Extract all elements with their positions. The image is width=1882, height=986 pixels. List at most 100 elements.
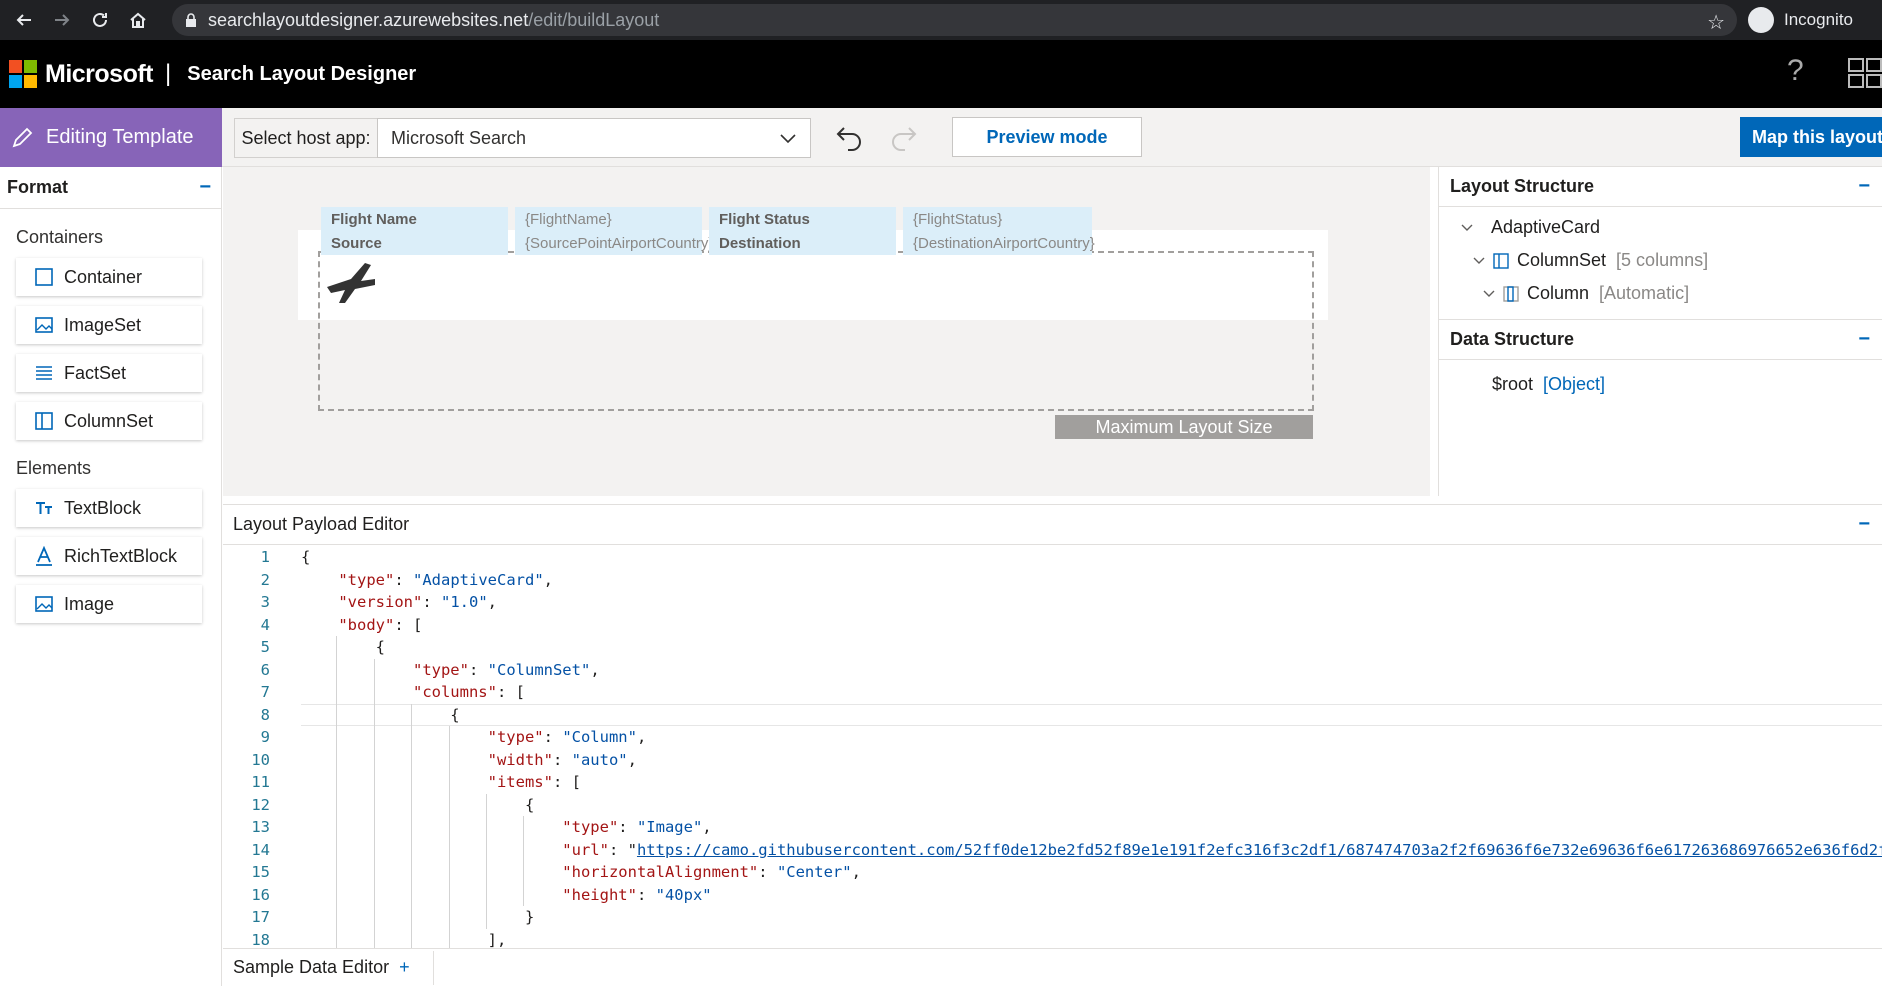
forward-icon[interactable] bbox=[48, 6, 76, 34]
structure-panel: Layout Structure − AdaptiveCard ColumnSe… bbox=[1438, 167, 1882, 496]
tool-label: Container bbox=[64, 266, 143, 287]
map-layout-button[interactable]: Map this layout bbox=[1740, 117, 1882, 157]
url-host: searchlayoutdesigner.azurewebsites.net bbox=[208, 9, 529, 30]
maximum-layout-boundary bbox=[318, 251, 1314, 411]
layout-grid-icon[interactable] bbox=[1848, 58, 1882, 88]
payload-editor-header: Layout Payload Editor − bbox=[223, 505, 1882, 545]
back-icon[interactable] bbox=[10, 6, 38, 34]
code-line[interactable]: 1{ bbox=[223, 546, 1882, 569]
cell-source-label[interactable]: Source bbox=[321, 231, 508, 255]
code-line[interactable]: 5 { bbox=[223, 636, 1882, 659]
tool-columnset[interactable]: ColumnSet bbox=[16, 402, 202, 440]
code-line[interactable]: 9 "type": "Column", bbox=[223, 726, 1882, 749]
bookmark-star-icon[interactable]: ☆ bbox=[1707, 10, 1725, 35]
code-text: "columns": [ bbox=[412, 683, 525, 701]
editing-template-indicator: Editing Template bbox=[0, 108, 222, 167]
app-title: Search Layout Designer bbox=[187, 62, 417, 85]
tool-container[interactable]: Container bbox=[16, 258, 202, 296]
line-number: 6 bbox=[260, 660, 270, 679]
line-number: 18 bbox=[251, 930, 270, 949]
chevron-down-icon[interactable] bbox=[1459, 220, 1475, 236]
reload-icon[interactable] bbox=[86, 6, 114, 34]
tree-item-label: ColumnSet bbox=[1517, 250, 1607, 270]
line-number: 1 bbox=[260, 548, 270, 566]
code-line[interactable]: 11 "items": [ bbox=[223, 771, 1882, 794]
code-line[interactable]: 12 { bbox=[223, 794, 1882, 817]
collapse-data-structure-button[interactable]: − bbox=[1858, 328, 1870, 351]
host-app-dropdown[interactable]: Microsoft Search bbox=[377, 118, 811, 158]
tree-item-columnset[interactable]: ColumnSet [5 columns] bbox=[1439, 244, 1882, 277]
airplane-icon[interactable] bbox=[321, 257, 379, 309]
textblock-icon bbox=[36, 502, 52, 514]
cell-flight-name-placeholder[interactable]: {FlightName} bbox=[515, 207, 702, 231]
add-sample-data-icon[interactable]: + bbox=[399, 957, 410, 978]
cell-source-placeholder[interactable]: {SourcePointAirportCountry} bbox=[515, 231, 713, 255]
indent-guide bbox=[411, 703, 413, 949]
layout-structure-header: Layout Structure − bbox=[1439, 167, 1882, 207]
tool-richtextblock[interactable]: RichTextBlock bbox=[16, 537, 202, 575]
tool-imageset[interactable]: ImageSet bbox=[16, 306, 202, 344]
line-number: 13 bbox=[251, 818, 270, 836]
code-line[interactable]: 15 "horizontalAlignment": "Center", bbox=[223, 861, 1882, 884]
indent-guide bbox=[448, 726, 450, 949]
line-number: 15 bbox=[251, 863, 270, 881]
tree-item-column[interactable]: Column [Automatic] bbox=[1439, 277, 1882, 310]
redo-icon[interactable] bbox=[887, 122, 919, 154]
tool-factset[interactable]: FactSet bbox=[16, 354, 202, 392]
sample-data-editor-title[interactable]: Sample Data Editor bbox=[233, 957, 389, 978]
chevron-down-icon[interactable] bbox=[1481, 286, 1497, 302]
code-line[interactable]: 17 } bbox=[223, 906, 1882, 929]
home-icon[interactable] bbox=[124, 6, 152, 34]
code-line[interactable]: 3 "version": "1.0", bbox=[223, 591, 1882, 614]
code-text: "type": "Column", bbox=[487, 728, 647, 746]
layout-structure-title: Layout Structure bbox=[1450, 176, 1595, 196]
chevron-down-icon[interactable] bbox=[1471, 253, 1487, 269]
code-line[interactable]: 14 "url": "https://camo.githubuserconten… bbox=[223, 839, 1882, 862]
line-number: 7 bbox=[260, 683, 270, 701]
code-line[interactable]: 16 "height": "40px" bbox=[223, 884, 1882, 907]
incognito-indicator[interactable]: Incognito bbox=[1748, 4, 1853, 36]
tree-item-label: Column bbox=[1527, 283, 1590, 303]
cell-destination-placeholder[interactable]: {DestinationAirportCountry} bbox=[903, 231, 1095, 255]
indent-guide bbox=[523, 816, 525, 906]
code-text: { bbox=[301, 548, 311, 566]
data-root-type[interactable]: [Object] bbox=[1543, 374, 1605, 395]
tool-label: ColumnSet bbox=[64, 410, 154, 431]
host-app-label: Select host app: bbox=[234, 118, 378, 158]
collapse-format-button[interactable]: − bbox=[199, 176, 211, 199]
data-root-item[interactable]: $root [Object] bbox=[1439, 368, 1882, 401]
code-line[interactable]: 7 "columns": [ bbox=[223, 681, 1882, 704]
cell-flight-status-label[interactable]: Flight Status bbox=[709, 207, 896, 231]
code-line[interactable]: 8 { bbox=[223, 703, 1882, 726]
code-line[interactable]: 18 ], bbox=[223, 929, 1882, 950]
cell-destination-label[interactable]: Destination bbox=[709, 231, 896, 255]
tool-label: TextBlock bbox=[64, 497, 142, 518]
code-line[interactable]: 6 "type": "ColumnSet", bbox=[223, 659, 1882, 682]
code-line[interactable]: 2 "type": "AdaptiveCard", bbox=[223, 569, 1882, 592]
collapse-payload-editor-button[interactable]: − bbox=[1858, 513, 1870, 536]
undo-icon[interactable] bbox=[834, 122, 866, 154]
microsoft-logo-icon bbox=[9, 60, 37, 88]
help-icon[interactable]: ? bbox=[1787, 54, 1804, 88]
code-text: "width": "auto", bbox=[487, 750, 637, 769]
tree-item-adaptivecard[interactable]: AdaptiveCard bbox=[1439, 211, 1882, 244]
code-line[interactable]: 10 "width": "auto", bbox=[223, 749, 1882, 772]
line-number: 16 bbox=[251, 885, 270, 904]
incognito-icon bbox=[1748, 7, 1774, 33]
containers-label: Containers bbox=[16, 227, 104, 247]
collapse-layout-structure-button[interactable]: − bbox=[1858, 175, 1870, 198]
cell-flight-name-label[interactable]: Flight Name bbox=[321, 207, 508, 231]
code-line[interactable]: 13 "type": "Image", bbox=[223, 816, 1882, 839]
code-editor[interactable]: 1{2 "type": "AdaptiveCard", 3 "version": … bbox=[223, 546, 1882, 949]
tool-label: Image bbox=[64, 593, 115, 614]
code-text: "version": "1.0", bbox=[338, 593, 498, 611]
address-bar[interactable]: searchlayoutdesigner.azurewebsites.net/e… bbox=[172, 4, 1737, 36]
cell-flight-status-placeholder[interactable]: {FlightStatus} bbox=[903, 207, 1092, 231]
tool-textblock[interactable]: TextBlock bbox=[16, 489, 202, 527]
preview-mode-button[interactable]: Preview mode bbox=[952, 117, 1142, 157]
code-text: ], bbox=[301, 930, 507, 949]
elements-label: Elements bbox=[16, 458, 92, 478]
design-canvas: Flight Name {FlightName} Flight Status {… bbox=[223, 167, 1430, 496]
tool-image[interactable]: Image bbox=[16, 585, 202, 623]
code-line[interactable]: 4 "body": [ bbox=[223, 614, 1882, 637]
